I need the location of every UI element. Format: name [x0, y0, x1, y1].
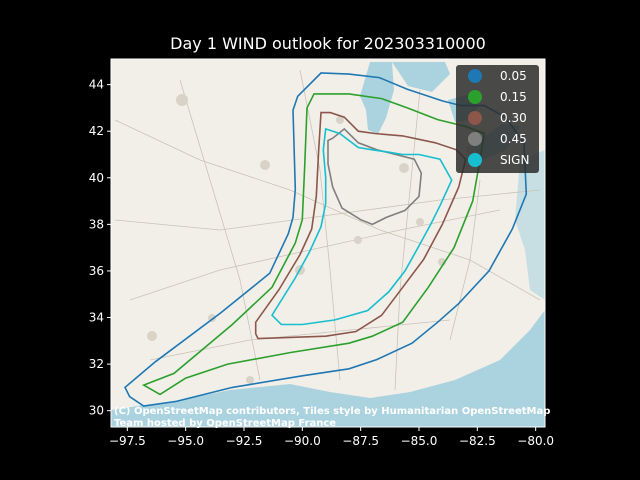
x-tick-label: −95.0: [167, 434, 204, 448]
y-tick-label: 38: [89, 217, 104, 231]
legend: 0.05 0.15 0.30 0.45 SIGN: [456, 65, 539, 173]
x-tick-label: −90.0: [284, 434, 321, 448]
y-tick-label: 36: [89, 264, 104, 278]
y-tick-label: 44: [89, 78, 104, 92]
legend-label: 0.45: [500, 132, 527, 146]
legend-marker: [468, 90, 482, 104]
chart-title: Day 1 WIND outlook for 202303310000: [170, 34, 486, 53]
figure: Day 1 WIND outlook for 202303310000 (C) …: [89, 34, 554, 448]
x-axis: −97.5 −95.0 −92.5 −90.0 −87.5 −85.0 −82.5 −80.0: [109, 427, 554, 448]
legend-marker: [468, 111, 482, 125]
legend-marker: [468, 132, 482, 146]
attribution-line-1: (C) OpenStreetMap contributors, Tiles st…: [114, 406, 550, 417]
legend-marker: [468, 153, 482, 167]
x-tick-label: −92.5: [226, 434, 263, 448]
x-tick-label: −82.5: [459, 434, 496, 448]
legend-label: 0.30: [500, 111, 527, 125]
y-axis: 30 32 34 36 38 40 42 44: [89, 78, 111, 418]
y-tick-label: 30: [89, 404, 104, 418]
legend-label: SIGN: [500, 153, 529, 167]
x-tick-label: −80.0: [517, 434, 554, 448]
y-tick-label: 34: [89, 311, 104, 325]
legend-label: 0.15: [500, 90, 527, 104]
x-tick-label: −97.5: [109, 434, 146, 448]
y-tick-label: 40: [89, 171, 104, 185]
x-tick-label: −85.0: [401, 434, 438, 448]
legend-marker: [468, 69, 482, 83]
x-tick-label: −87.5: [342, 434, 379, 448]
legend-label: 0.05: [500, 69, 527, 83]
y-tick-label: 32: [89, 357, 104, 371]
y-tick-label: 42: [89, 124, 104, 138]
